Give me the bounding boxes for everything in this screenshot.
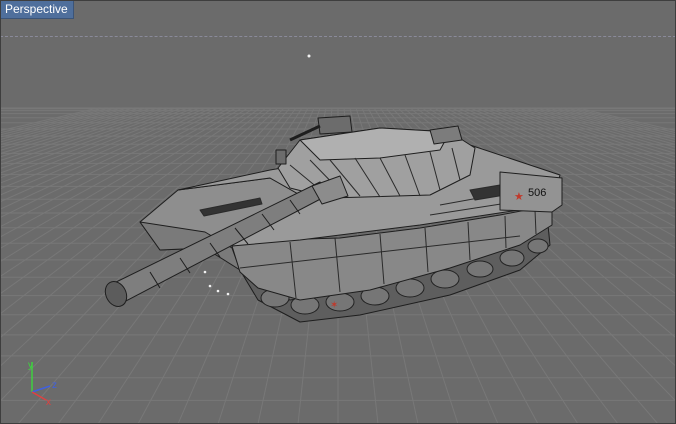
- red-star-icon: ★: [514, 190, 524, 203]
- perspective-viewport[interactable]: 506 ★ ✶ Perspective y z x: [0, 0, 676, 424]
- x-axis-icon: [31, 391, 47, 401]
- viewport-label[interactable]: Perspective: [0, 0, 74, 19]
- safe-frame-guide: [0, 36, 676, 37]
- scene-canvas[interactable]: 506 ★ ✶: [0, 0, 676, 424]
- gunner-sight: [317, 115, 353, 135]
- z-axis-icon: [31, 385, 51, 393]
- hull-number: 506: [528, 187, 546, 199]
- x-axis-label: x: [46, 397, 51, 406]
- z-axis-label: z: [52, 380, 57, 391]
- star-marker-icon: ✶: [330, 300, 338, 311]
- axis-gizmo: y z x: [28, 360, 57, 406]
- tank-model[interactable]: 506 ★: [101, 115, 563, 323]
- smoke-launcher: [275, 149, 287, 165]
- y-axis-label: y: [28, 360, 33, 371]
